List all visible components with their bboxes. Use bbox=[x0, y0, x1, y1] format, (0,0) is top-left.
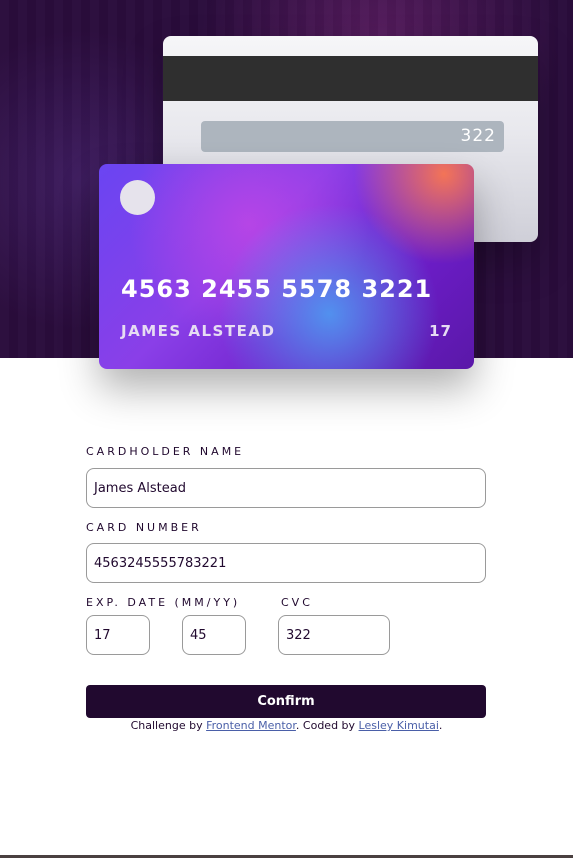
cardholder-name-value: James Alstead bbox=[94, 480, 186, 496]
card-number-display: 4563 2455 5578 3221 bbox=[121, 275, 433, 303]
attribution-suffix: . bbox=[438, 719, 443, 732]
card-exp-display: 17 bbox=[429, 322, 452, 340]
exp-date-label: EXP. DATE (MM/YY) bbox=[86, 596, 241, 609]
exp-year-input[interactable]: 45 bbox=[182, 615, 246, 655]
attribution-prefix: Challenge by bbox=[130, 719, 207, 732]
signature-strip: 322 bbox=[201, 121, 504, 152]
cvc-label: CVC bbox=[281, 596, 313, 609]
card-back-cvc: 322 bbox=[460, 126, 496, 146]
card-number-value: 4563245555783221 bbox=[94, 555, 227, 571]
cardholder-name-label: CARDHOLDER NAME bbox=[86, 445, 245, 458]
card-logo-circle bbox=[120, 180, 155, 215]
frontend-mentor-link[interactable]: Frontend Mentor bbox=[206, 719, 296, 732]
attribution: Challenge by Frontend Mentor. Coded by L… bbox=[0, 719, 573, 732]
card-front: 4563 2455 5578 3221 JAMES ALSTEAD 17 bbox=[99, 164, 474, 369]
confirm-button[interactable]: Confirm bbox=[86, 685, 486, 718]
exp-month-value: 17 bbox=[94, 627, 111, 643]
cardholder-name-input[interactable]: James Alstead bbox=[86, 468, 486, 508]
magnetic-stripe bbox=[163, 56, 538, 101]
card-number-input[interactable]: 4563245555783221 bbox=[86, 543, 486, 583]
card-holder-display: JAMES ALSTEAD bbox=[121, 322, 276, 340]
attribution-mid: . Coded by bbox=[295, 719, 359, 732]
exp-year-value: 45 bbox=[190, 627, 207, 643]
cvc-value: 322 bbox=[286, 627, 311, 643]
exp-month-input[interactable]: 17 bbox=[86, 615, 150, 655]
card-number-label: CARD NUMBER bbox=[86, 521, 202, 534]
author-link[interactable]: Lesley Kimutai bbox=[359, 719, 439, 732]
cvc-input[interactable]: 322 bbox=[278, 615, 390, 655]
